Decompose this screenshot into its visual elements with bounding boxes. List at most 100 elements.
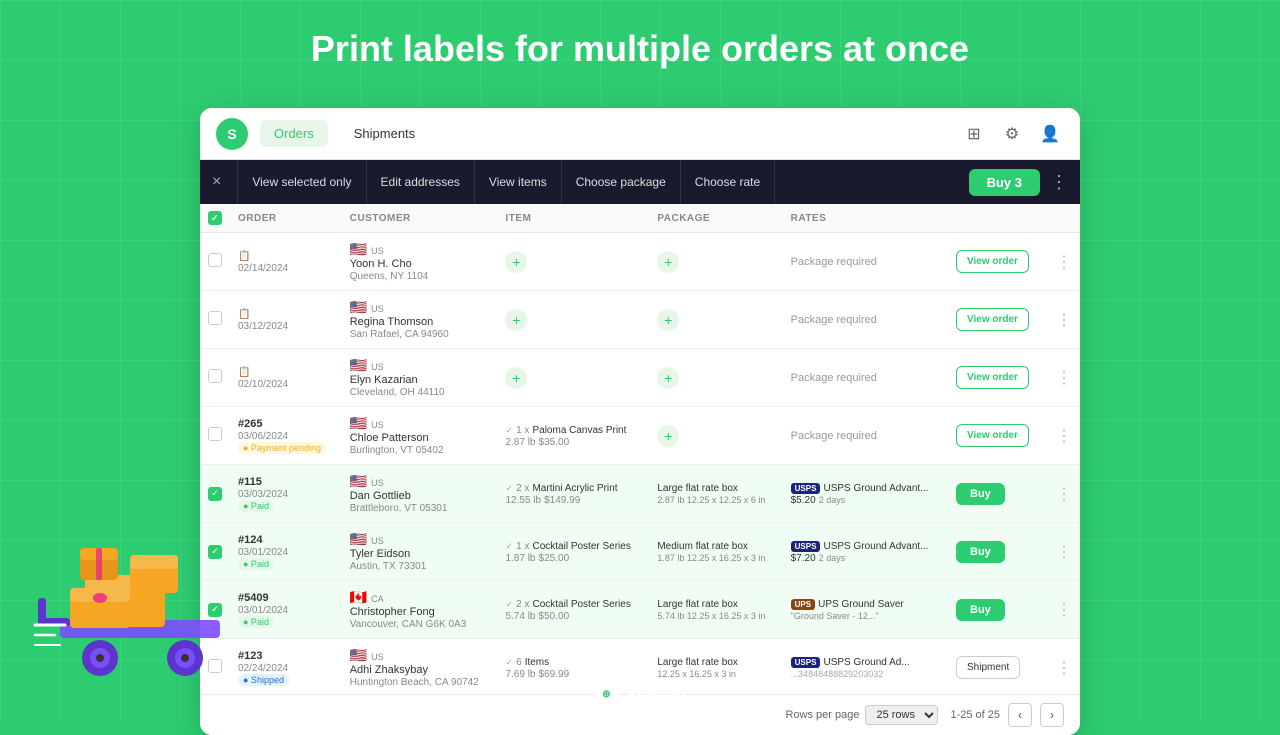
add-package-btn[interactable]: + xyxy=(657,251,679,273)
shipment-btn[interactable]: Shipment xyxy=(956,656,1020,679)
item-weight: ✓ xyxy=(505,541,513,551)
col-item: ITEM xyxy=(497,204,649,233)
table-row: 📋02/10/2024🇺🇸USElyn KazarianCleveland, O… xyxy=(200,349,1080,407)
row-more-btn[interactable]: ⋮ xyxy=(1056,486,1072,503)
main-card: S Orders Shipments ⊞ ⚙ 👤 × View selected… xyxy=(200,108,1080,735)
settings-icon[interactable]: ⚙ xyxy=(998,120,1026,148)
row-checkbox[interactable] xyxy=(208,427,222,441)
order-date: 03/12/2024 xyxy=(238,321,288,332)
add-item-btn[interactable]: + xyxy=(505,251,527,273)
pagination: 1-25 of 25 ‹ › xyxy=(950,703,1064,727)
country-flag: 🇺🇸 xyxy=(350,531,367,547)
customer-name: Elyn Kazarian xyxy=(350,374,418,386)
view-order-btn[interactable]: View order xyxy=(956,366,1029,389)
row-more-btn[interactable]: ⋮ xyxy=(1056,428,1072,445)
rate-name: USPS Ground Advant... xyxy=(823,483,928,494)
item-weight: ✓ xyxy=(505,425,513,435)
item-weight-val: 1.87 lb xyxy=(505,553,535,564)
package-required-label: Package required xyxy=(791,314,877,326)
item-qty: 1 x xyxy=(516,425,529,436)
item-weight: ✓ xyxy=(505,657,513,667)
user-icon[interactable]: 👤 xyxy=(1036,120,1064,148)
toolbar-close-btn[interactable]: × xyxy=(212,173,221,191)
row-more-btn[interactable]: ⋮ xyxy=(1056,660,1072,677)
item-price: $69.99 xyxy=(539,669,570,680)
table-row: 📋02/14/2024🇺🇸USYoon H. ChoQueens, NY 110… xyxy=(200,233,1080,291)
toolbar-view-selected[interactable]: View selected only xyxy=(237,160,366,204)
rate-days: 2 days xyxy=(819,495,846,505)
country-flag: 🇺🇸 xyxy=(350,473,367,489)
item-weight-val: 7.69 lb xyxy=(505,669,535,680)
country-code: US xyxy=(371,304,384,314)
customer-name: Dan Gottlieb xyxy=(350,490,411,502)
package-name: Medium flat rate box xyxy=(657,541,748,552)
status-badge: ● Payment pending xyxy=(238,442,326,454)
row-checkbox[interactable] xyxy=(208,253,222,267)
rate-price: $5.20 xyxy=(791,495,816,506)
package-required-label: Package required xyxy=(791,256,877,268)
grid-icon[interactable]: ⊞ xyxy=(960,120,988,148)
next-page-btn[interactable]: › xyxy=(1040,703,1064,727)
item-weight: ✓ xyxy=(505,599,513,609)
view-order-btn[interactable]: View order xyxy=(956,250,1029,273)
package-dims: 5.74 lb 12.25 x 16.25 x 3 in xyxy=(657,611,765,621)
add-item-btn[interactable]: + xyxy=(505,367,527,389)
country-flag: 🇺🇸 xyxy=(350,299,367,315)
add-package-btn[interactable]: + xyxy=(657,309,679,331)
customer-location: Huntington Beach, CA 90742 xyxy=(350,677,479,688)
row-more-btn[interactable]: ⋮ xyxy=(1056,370,1072,387)
table-row: ✓#11503/03/2024● Paid🇺🇸USDan GottliebBra… xyxy=(200,465,1080,523)
customer-location: Vancouver, CAN G6K 0A3 xyxy=(350,619,467,630)
toolbar-buy-btn[interactable]: Buy 3 xyxy=(969,169,1040,196)
toolbar-edit-addresses[interactable]: Edit addresses xyxy=(367,160,475,204)
view-order-btn[interactable]: View order xyxy=(956,308,1029,331)
item-weight-val: 5.74 lb xyxy=(505,611,535,622)
country-code: US xyxy=(371,652,384,662)
item-price: $50.00 xyxy=(539,611,570,622)
country-flag: 🇺🇸 xyxy=(350,241,367,257)
order-date-icon: 📋 xyxy=(238,309,250,320)
customer-name: Regina Thomson xyxy=(350,316,434,328)
row-more-btn[interactable]: ⋮ xyxy=(1056,602,1072,619)
rate-price: $7.20 xyxy=(791,553,816,564)
item-price: $25.00 xyxy=(539,553,570,564)
item-price: $35.00 xyxy=(539,437,570,448)
customer-name: Adhi Zhaksybay xyxy=(350,664,428,676)
tab-orders[interactable]: Orders xyxy=(260,120,328,147)
carrier-badge: USPS xyxy=(791,541,821,552)
buy-btn[interactable]: Buy xyxy=(956,599,1005,621)
rate-name: UPS Ground Saver xyxy=(818,599,904,610)
customer-location: Queens, NY 1104 xyxy=(350,271,429,282)
row-checkbox[interactable] xyxy=(208,311,222,325)
toolbar-choose-rate[interactable]: Choose rate xyxy=(681,160,775,204)
select-all-checkbox[interactable]: ✓ xyxy=(208,211,222,225)
table-row: ✓#12403/01/2024● Paid🇺🇸USTyler EidsonAus… xyxy=(200,523,1080,581)
customer-name: Chloe Patterson xyxy=(350,432,429,444)
carrier-badge: UPS xyxy=(791,599,815,610)
buy-btn[interactable]: Buy xyxy=(956,541,1005,563)
item-weight-val: 2.87 lb xyxy=(505,437,535,448)
toolbar-view-items[interactable]: View items xyxy=(475,160,562,204)
customer-name: Yoon H. Cho xyxy=(350,258,412,270)
package-name: Large flat rate box xyxy=(657,599,738,610)
package-dims: 12.25 x 16.25 x 3 in xyxy=(657,669,736,679)
add-package-btn[interactable]: + xyxy=(657,425,679,447)
toolbar-more-btn[interactable]: ⋮ xyxy=(1050,172,1068,193)
customer-location: Cleveland, OH 44110 xyxy=(350,387,445,398)
table-row: #26503/06/2024● Payment pending🇺🇸USChloe… xyxy=(200,407,1080,465)
add-item-btn[interactable]: + xyxy=(505,309,527,331)
row-checkbox[interactable] xyxy=(208,369,222,383)
row-more-btn[interactable]: ⋮ xyxy=(1056,254,1072,271)
view-order-btn[interactable]: View order xyxy=(956,424,1029,447)
item-weight-val: 12.55 lb xyxy=(505,495,541,506)
add-package-btn[interactable]: + xyxy=(657,367,679,389)
rows-select[interactable]: 25 rows xyxy=(865,705,938,725)
tab-shipments[interactable]: Shipments xyxy=(340,120,429,147)
buy-btn[interactable]: Buy xyxy=(956,483,1005,505)
rate-note: "Ground Saver - 12..." xyxy=(791,611,879,621)
row-more-btn[interactable]: ⋮ xyxy=(1056,544,1072,561)
toolbar-choose-package[interactable]: Choose package xyxy=(562,160,681,204)
prev-page-btn[interactable]: ‹ xyxy=(1008,703,1032,727)
col-package: PACKAGE xyxy=(649,204,782,233)
row-more-btn[interactable]: ⋮ xyxy=(1056,312,1072,329)
